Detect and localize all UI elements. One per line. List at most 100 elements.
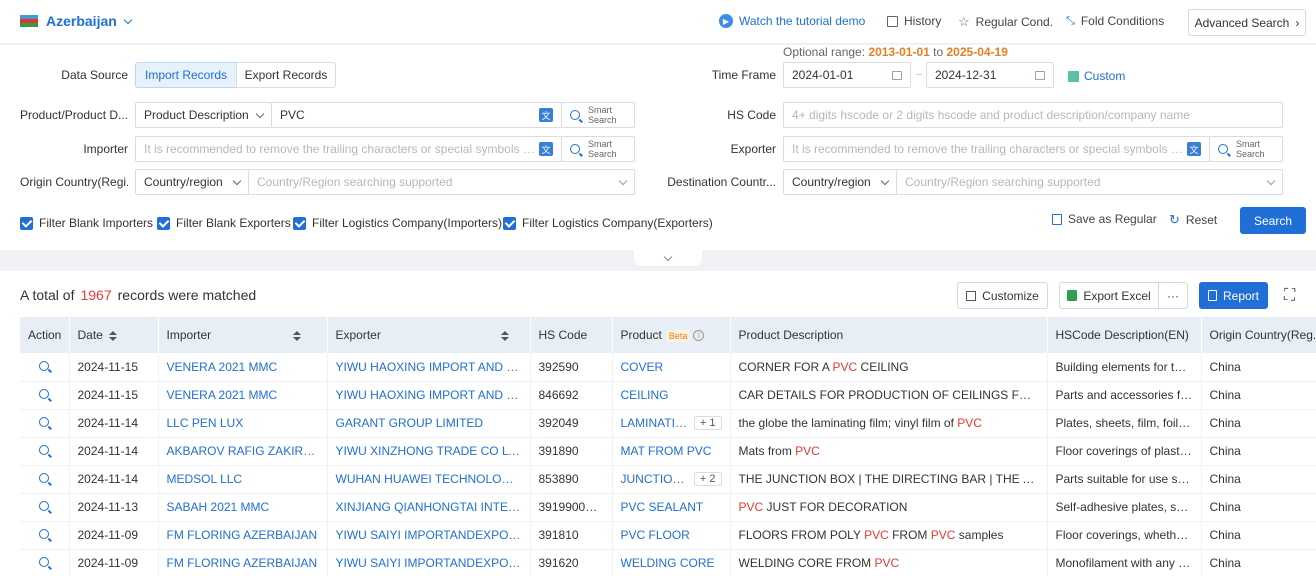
smart-search-product-button[interactable]: Smart Search (561, 102, 635, 128)
more-options-button[interactable]: ··· (1158, 282, 1188, 309)
row-exporter-link[interactable]: YIWU HAOXING IMPORT AND EXP... (327, 353, 531, 382)
search-icon[interactable] (39, 473, 50, 483)
row-importer-link[interactable]: MEDSOL LLC (158, 465, 328, 494)
row-exporter-link[interactable]: YIWU XINZHONG TRADE CO LTD (327, 437, 531, 466)
custom-range-button[interactable]: Custom (1068, 69, 1125, 83)
row-exporter-link[interactable]: YIWU HAOXING IMPORT AND EXP... (327, 381, 531, 410)
more-products-badge[interactable]: + 2 (693, 472, 722, 486)
row-exporter-link[interactable]: XINJIANG QIANHONGTAI INTERNA... (327, 493, 531, 522)
search-icon[interactable] (39, 445, 50, 455)
smart-search-exporter-button[interactable]: Smart Search (1209, 136, 1283, 162)
product-type-select[interactable]: Product Description (135, 102, 272, 128)
row-product-link[interactable]: LAMINATIN... (621, 416, 688, 430)
search-icon[interactable] (39, 360, 50, 371)
row-exporter-link[interactable]: GARANT GROUP LIMITED (327, 409, 531, 438)
row-importer-link[interactable]: SABAH 2021 MMC (158, 493, 328, 522)
table-row[interactable]: 2024-11-09 FM FLORING AZERBAIJAN YIWU SAIY… (20, 549, 1316, 576)
table-row[interactable]: 2024-11-14 LLC PEN LUX GARANT GROUP LIMITE… (20, 409, 1316, 438)
table-row[interactable]: 2024-11-14 AKBAROV RAFIG ZAKIR OGLU YIWU X… (20, 437, 1316, 466)
origin-country-input[interactable]: Country/Region searching supported (248, 169, 635, 195)
row-action[interactable] (20, 353, 70, 382)
date-to-input[interactable]: 2024-12-31 (926, 62, 1054, 88)
search-icon[interactable] (39, 389, 50, 399)
fold-conditions-button[interactable]: ⤡ Fold Conditions (1066, 14, 1164, 28)
row-product-link[interactable]: PVC SEALANT (621, 500, 704, 514)
advanced-search-button[interactable]: Advanced Search › (1188, 9, 1306, 36)
row-product-link[interactable]: CEILING (621, 388, 669, 402)
save-as-regular-button[interactable]: Save as Regular (1052, 212, 1157, 226)
translate-icon[interactable]: 文 (1187, 142, 1201, 156)
column-header-date[interactable]: Date (69, 317, 159, 353)
sort-icon[interactable] (293, 330, 302, 341)
row-product-link[interactable]: JUNCTION B... (621, 472, 688, 486)
reset-button[interactable]: ↻ Reset (1169, 212, 1217, 228)
date-from-input[interactable]: 2024-01-01 (783, 62, 911, 88)
regular-cond-button[interactable]: ☆ Regular Cond. (958, 14, 1053, 30)
search-icon[interactable] (39, 557, 50, 567)
row-action[interactable] (20, 521, 70, 550)
hs-code-input[interactable]: 4+ digits hscode or 2 digits hscode and … (783, 102, 1283, 128)
sort-icon[interactable] (500, 330, 509, 341)
column-header-importer[interactable]: Importer (158, 317, 328, 353)
row-action[interactable] (20, 381, 70, 410)
collapse-toggle[interactable] (634, 250, 702, 266)
row-importer-link[interactable]: LLC PEN LUX (158, 409, 328, 438)
table-row[interactable]: 2024-11-09 FM FLORING AZERBAIJAN YIWU SAIY… (20, 521, 1316, 550)
report-button[interactable]: Report (1199, 282, 1268, 309)
column-header-exporter[interactable]: Exporter (327, 317, 531, 353)
destination-country-input[interactable]: Country/Region searching supported (896, 169, 1283, 195)
row-action[interactable] (20, 549, 70, 576)
fullscreen-icon[interactable]: ⛶ (1284, 287, 1295, 305)
more-products-badge[interactable]: + 1 (693, 416, 722, 430)
row-importer-link[interactable]: AKBAROV RAFIG ZAKIR OGLU (158, 437, 328, 466)
info-icon[interactable]: i (693, 330, 705, 342)
smart-search-importer-button[interactable]: Smart Search (561, 136, 635, 162)
search-icon[interactable] (39, 417, 50, 427)
product-search-input[interactable]: PVC 文 (271, 102, 562, 128)
row-product-link[interactable]: MAT FROM PVC (621, 444, 712, 458)
filter-blank-exporters-checkbox[interactable]: Filter Blank Exporters (157, 216, 291, 230)
row-exporter-link[interactable]: YIWU SAIYI IMPORTANDEXPORT C... (327, 521, 531, 550)
translate-icon[interactable]: 文 (539, 108, 553, 122)
row-product-link[interactable]: PVC FLOOR (621, 528, 690, 542)
exporter-input[interactable]: It is recommended to remove the trailing… (783, 136, 1210, 162)
history-button[interactable]: History (887, 14, 941, 28)
export-records-tab[interactable]: Export Records (236, 62, 336, 88)
table-row[interactable]: 2024-11-13 SABAH 2021 MMC XINJIANG QIANHON… (20, 493, 1316, 522)
row-exporter-link[interactable]: WUHAN HUAWEI TECHNOLOGY CO... (327, 465, 531, 494)
sort-icon[interactable] (108, 330, 117, 341)
description-text: PVC (930, 528, 956, 542)
translate-icon[interactable]: 文 (539, 142, 553, 156)
customize-button[interactable]: Customize (957, 282, 1048, 309)
watch-tutorial-link[interactable]: ▶ Watch the tutorial demo (719, 14, 865, 28)
export-excel-button[interactable]: Export Excel (1059, 282, 1159, 309)
table-row[interactable]: 2024-11-14 MEDSOL LLC WUHAN HUAWEI TECHNOL… (20, 465, 1316, 494)
country-selector[interactable]: Azerbaijan (20, 13, 133, 29)
row-product-link[interactable]: COVER (621, 360, 664, 374)
row-exporter-link[interactable]: YIWU SAIYI IMPORTANDEXPORT C... (327, 549, 531, 576)
row-importer-link[interactable]: FM FLORING AZERBAIJAN (158, 521, 328, 550)
search-button[interactable]: Search (1240, 207, 1306, 234)
row-action[interactable] (20, 409, 70, 438)
import-records-tab[interactable]: Import Records (135, 62, 237, 88)
search-icon[interactable] (39, 529, 50, 539)
row-action[interactable] (20, 437, 70, 466)
row-importer-link[interactable]: VENERA 2021 MMC (158, 381, 328, 410)
filter-logistics-importers-checkbox[interactable]: Filter Logistics Company(Importers) (293, 216, 502, 230)
filter-blank-importers-checkbox[interactable]: Filter Blank Importers (20, 216, 153, 230)
search-icon[interactable] (39, 501, 50, 511)
filter-logistics-exporters-checkbox[interactable]: Filter Logistics Company(Exporters) (503, 216, 713, 230)
optional-range-start: 2013-01-01 (868, 45, 930, 59)
row-action[interactable] (20, 493, 70, 522)
row-origin-country: China (1201, 353, 1316, 382)
row-importer-link[interactable]: FM FLORING AZERBAIJAN (158, 549, 328, 576)
destination-type-select[interactable]: Country/region (783, 169, 897, 195)
row-product-link[interactable]: WELDING CORE (621, 556, 715, 570)
importer-input[interactable]: It is recommended to remove the trailing… (135, 136, 562, 162)
row-importer-link[interactable]: VENERA 2021 MMC (158, 353, 328, 382)
table-row[interactable]: 2024-11-15 VENERA 2021 MMC YIWU HAOXING IM… (20, 353, 1316, 382)
row-action[interactable] (20, 465, 70, 494)
origin-type-select[interactable]: Country/region (135, 169, 249, 195)
top-bar: Azerbaijan ▶ Watch the tutorial demo His… (0, 0, 1316, 44)
table-row[interactable]: 2024-11-15 VENERA 2021 MMC YIWU HAOXING IM… (20, 381, 1316, 410)
